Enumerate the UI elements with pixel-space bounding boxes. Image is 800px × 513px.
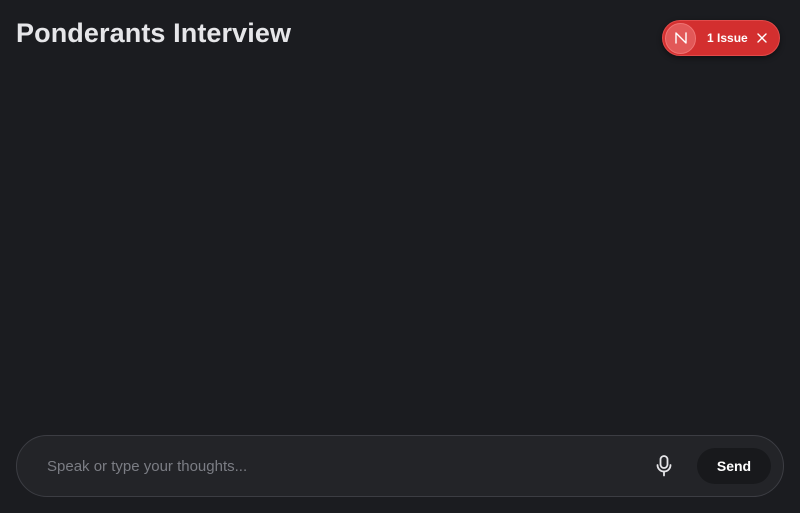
close-icon[interactable] [755, 31, 769, 45]
issue-count-label: 1 Issue [707, 31, 748, 45]
page-title: Ponderants Interview [16, 18, 292, 48]
n-logo-glyph [674, 32, 687, 44]
microphone-icon [656, 455, 672, 477]
issues-badge-button[interactable]: 1 Issue [662, 20, 780, 56]
message-composer: Send [16, 435, 784, 497]
n-logo-icon [665, 22, 696, 54]
message-input[interactable] [45, 445, 649, 487]
app-root: Ponderants Interview 1 Issue Send [0, 0, 800, 513]
microphone-button[interactable] [649, 448, 679, 484]
send-button[interactable]: Send [697, 448, 771, 484]
